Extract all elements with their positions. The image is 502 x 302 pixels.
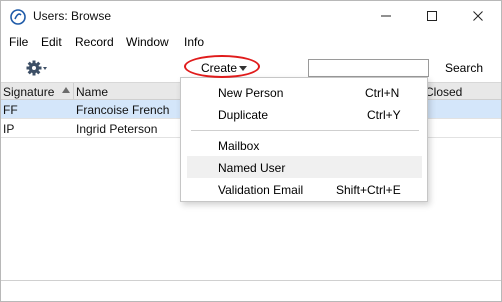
column-header-closed[interactable]: Closed (425, 85, 462, 99)
close-button[interactable] (455, 1, 501, 31)
menu-item-shortcut: Ctrl+Y (367, 108, 401, 122)
menu-item-label: New Person (218, 86, 284, 100)
create-dropdown-menu: New Person Ctrl+N Duplicate Ctrl+Y Mailb… (180, 77, 428, 202)
minimize-icon (381, 15, 391, 17)
column-header-name[interactable]: Name (76, 85, 108, 99)
menu-edit[interactable]: Edit (41, 35, 62, 49)
column-divider[interactable] (73, 83, 74, 100)
maximize-button[interactable] (409, 1, 455, 31)
chevron-down-icon (239, 66, 247, 71)
cell-name: Ingrid Peterson (76, 122, 158, 136)
menu-bar: File Edit Record Window Info (1, 31, 501, 53)
menu-window[interactable]: Window (126, 35, 169, 49)
maximize-icon (427, 11, 437, 21)
app-icon (10, 9, 26, 25)
browse-window: Users: Browse File Edit Record Window In… (0, 0, 502, 302)
menu-item-duplicate[interactable]: Duplicate Ctrl+Y (187, 103, 422, 125)
window-title: Users: Browse (33, 9, 112, 23)
menu-separator (191, 130, 419, 131)
menu-file[interactable]: File (9, 35, 28, 49)
create-button-label: Create (201, 61, 238, 75)
sort-ascending-icon (62, 87, 70, 93)
menu-item-label: Mailbox (218, 139, 260, 153)
create-button[interactable]: Create (193, 59, 253, 77)
title-bar: Users: Browse (1, 1, 501, 31)
search-input[interactable] (308, 59, 429, 77)
menu-item-label: Validation Email (218, 183, 304, 197)
menu-item-named-user[interactable]: Named User (187, 156, 422, 178)
menu-info[interactable]: Info (184, 35, 204, 49)
close-icon (473, 11, 483, 21)
settings-menu-button[interactable] (26, 58, 48, 78)
cell-signature: IP (3, 122, 15, 136)
cell-name: Francoise French (76, 103, 170, 117)
column-header-signature[interactable]: Signature (3, 85, 54, 99)
minimize-button[interactable] (363, 1, 409, 31)
menu-item-mailbox[interactable]: Mailbox (187, 134, 422, 156)
gear-icon (26, 60, 47, 76)
menu-record[interactable]: Record (75, 35, 114, 49)
menu-item-validation-email[interactable]: Validation Email Shift+Ctrl+E (187, 178, 422, 200)
horizontal-scrollbar[interactable] (1, 280, 501, 281)
menu-item-label: Named User (218, 161, 286, 175)
menu-item-shortcut: Shift+Ctrl+E (336, 183, 401, 197)
menu-item-shortcut: Ctrl+N (365, 86, 400, 100)
menu-item-new-person[interactable]: New Person Ctrl+N (187, 81, 422, 103)
menu-item-label: Duplicate (218, 108, 269, 122)
search-button[interactable]: Search (445, 61, 483, 75)
cell-signature: FF (3, 103, 18, 117)
